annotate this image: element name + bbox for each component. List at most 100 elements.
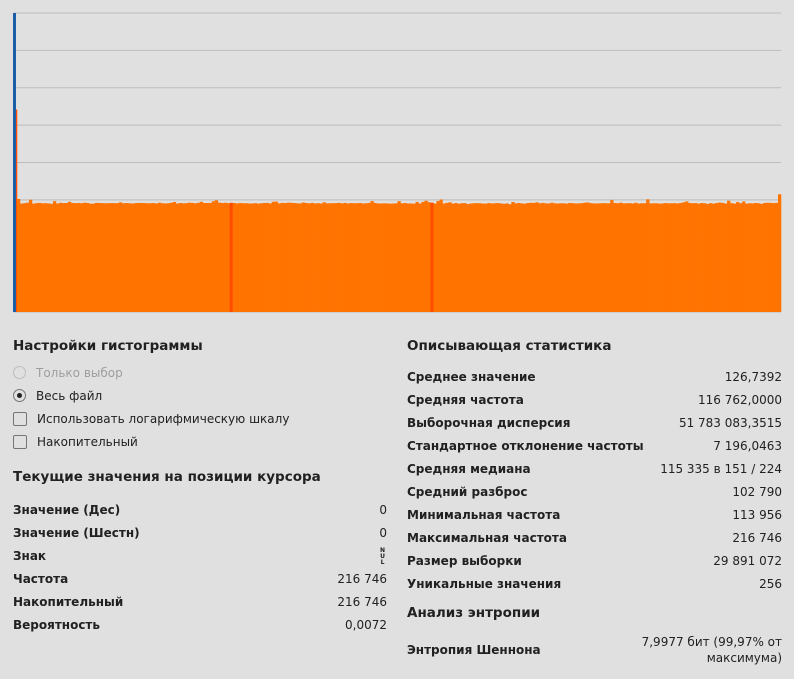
histogram-bar[interactable] [571, 203, 575, 312]
histogram-bar[interactable] [619, 202, 623, 312]
histogram-bar[interactable] [382, 203, 386, 312]
histogram-bar[interactable] [274, 201, 278, 312]
histogram-bar[interactable] [610, 199, 614, 312]
histogram-bar[interactable] [625, 203, 629, 312]
histogram-bar[interactable] [28, 199, 33, 312]
histogram-bar[interactable] [301, 202, 305, 312]
histogram-bar[interactable] [220, 203, 225, 312]
histogram-bar[interactable] [289, 202, 293, 312]
histogram-bar[interactable] [61, 203, 66, 312]
histogram-bar[interactable] [424, 200, 428, 312]
histogram-bar[interactable] [190, 202, 195, 313]
cursor-line[interactable] [13, 13, 16, 312]
histogram-bar[interactable] [760, 203, 764, 312]
histogram-bar[interactable] [178, 202, 183, 312]
histogram-bar[interactable] [58, 202, 63, 312]
histogram-bar[interactable] [652, 203, 656, 312]
histogram-bar[interactable] [661, 203, 665, 312]
histogram-bar[interactable] [553, 203, 557, 312]
histogram-bar[interactable] [709, 203, 713, 312]
histogram-bar[interactable] [355, 203, 359, 312]
histogram-bar[interactable] [40, 203, 45, 312]
histogram-bar[interactable] [688, 202, 692, 312]
histogram-bar[interactable] [343, 202, 347, 313]
histogram-bar[interactable] [538, 203, 542, 312]
option-cumulative[interactable]: Накопительный [13, 430, 387, 453]
histogram-bar[interactable] [169, 202, 174, 312]
histogram-bar[interactable] [76, 202, 81, 312]
histogram-bar[interactable] [418, 203, 422, 312]
histogram-bar[interactable] [481, 203, 485, 312]
histogram-bar[interactable] [595, 203, 599, 312]
histogram-bar[interactable] [391, 203, 395, 312]
histogram-bar[interactable] [52, 201, 57, 312]
histogram-bar[interactable] [370, 201, 374, 312]
histogram-bar[interactable] [700, 203, 704, 312]
histogram-bar[interactable] [457, 203, 461, 312]
histogram-bar[interactable] [322, 202, 326, 312]
histogram-bar[interactable] [238, 202, 243, 312]
histogram-bar[interactable] [775, 202, 779, 313]
histogram-bar[interactable] [721, 202, 725, 313]
histogram-bar[interactable] [34, 203, 39, 312]
histogram-bar[interactable] [364, 203, 368, 312]
histogram-bar[interactable] [631, 203, 635, 312]
histogram-bar[interactable] [448, 202, 452, 312]
histogram-bar[interactable] [454, 203, 458, 312]
histogram-bar[interactable] [469, 203, 473, 312]
histogram-bar[interactable] [532, 202, 536, 313]
histogram-bar[interactable] [763, 202, 767, 312]
histogram-bar[interactable] [754, 202, 758, 312]
histogram-bar[interactable] [199, 201, 204, 312]
histogram-bar[interactable] [640, 203, 644, 312]
histogram-bar[interactable] [334, 203, 338, 312]
histogram-bar[interactable] [664, 203, 668, 312]
histogram-bar[interactable] [265, 202, 269, 313]
histogram-bar[interactable] [550, 202, 554, 312]
histogram-bar[interactable] [154, 203, 159, 312]
histogram-bar[interactable] [145, 203, 150, 312]
histogram-bar[interactable] [319, 203, 323, 312]
histogram-bar[interactable] [502, 203, 506, 312]
histogram-bar[interactable] [313, 203, 317, 312]
histogram-bar[interactable] [109, 203, 114, 312]
histogram-bar[interactable] [751, 203, 755, 312]
histogram-bar[interactable] [202, 202, 207, 312]
histogram-bar[interactable] [565, 203, 569, 312]
histogram-bar[interactable] [157, 202, 162, 312]
histogram-bar[interactable] [451, 203, 455, 312]
histogram-bar[interactable] [769, 202, 773, 313]
histogram-bar[interactable] [559, 203, 563, 312]
histogram-bar[interactable] [427, 202, 431, 312]
histogram-bar[interactable] [130, 203, 135, 312]
histogram-bar[interactable] [706, 203, 710, 312]
histogram-bar[interactable] [643, 203, 647, 312]
histogram-bar[interactable] [766, 202, 770, 312]
histogram-bar[interactable] [748, 203, 752, 312]
histogram-bar[interactable] [331, 203, 335, 312]
histogram-bar[interactable] [379, 203, 383, 312]
histogram-bar[interactable] [523, 203, 527, 312]
histogram-bar[interactable] [400, 203, 404, 312]
histogram-bar[interactable] [712, 203, 716, 312]
histogram-bar[interactable] [745, 203, 749, 312]
histogram-bar[interactable] [730, 203, 734, 312]
histogram-bar[interactable] [691, 203, 695, 312]
histogram-bar[interactable] [121, 203, 126, 312]
histogram-bar[interactable] [511, 202, 515, 312]
histogram-bar[interactable] [64, 202, 69, 312]
histogram-bar[interactable] [97, 202, 102, 312]
histogram-bar[interactable] [658, 203, 662, 312]
histogram-bar[interactable] [421, 201, 425, 312]
histogram-bar[interactable] [460, 203, 464, 312]
histogram-bar[interactable] [634, 202, 638, 312]
histogram-bar[interactable] [505, 203, 509, 312]
histogram-bar[interactable] [466, 203, 470, 312]
histogram-bar[interactable] [214, 200, 219, 312]
histogram-bar[interactable] [655, 203, 659, 312]
histogram-bar[interactable] [598, 203, 602, 312]
histogram-bar[interactable] [727, 200, 731, 312]
histogram-bar[interactable] [292, 203, 296, 312]
histogram-bar[interactable] [253, 203, 257, 312]
histogram-bar[interactable] [490, 203, 494, 312]
